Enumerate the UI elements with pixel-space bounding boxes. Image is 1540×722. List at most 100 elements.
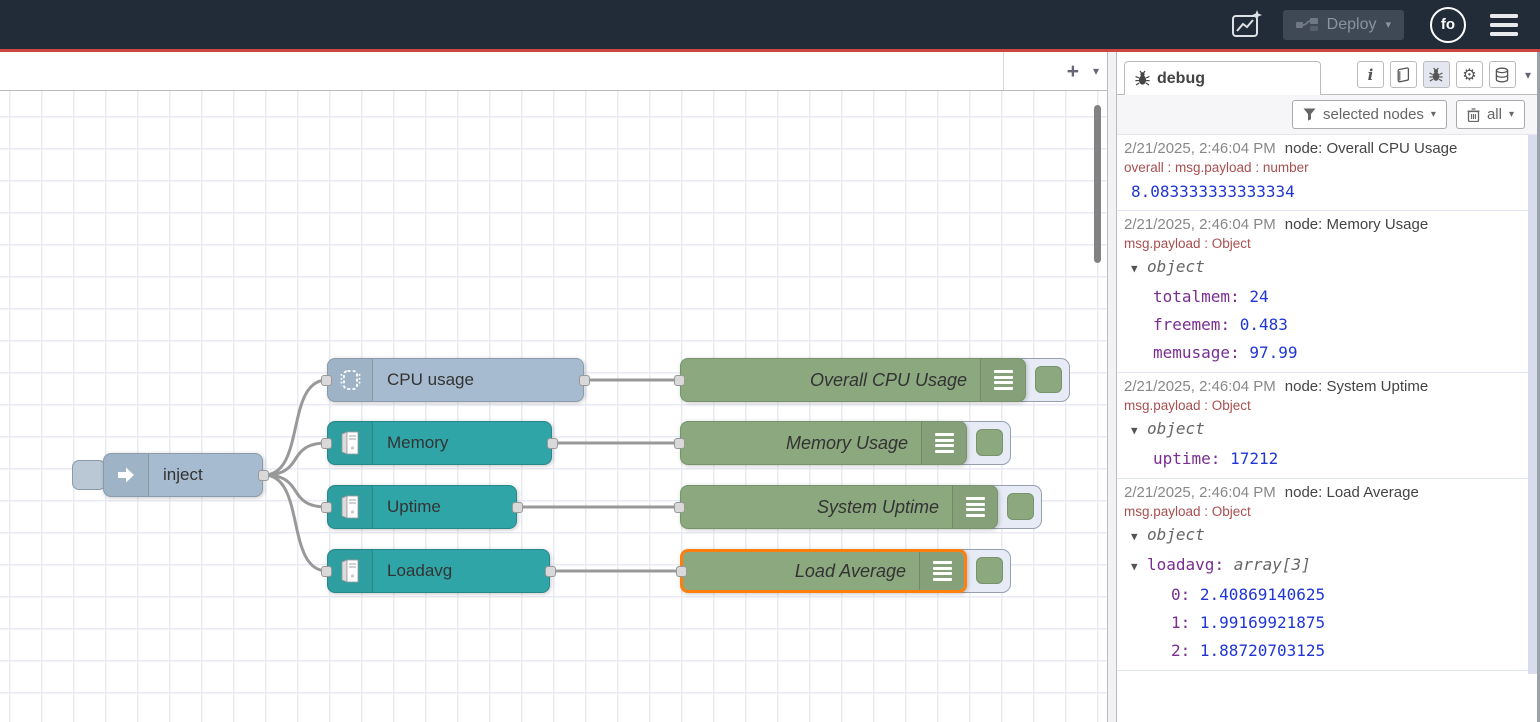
message-value: 8.083333333333334	[1124, 177, 1524, 205]
context-data-tab-button[interactable]	[1489, 61, 1516, 88]
tab-actions: + ▾	[1067, 52, 1099, 90]
node-debug-overall-cpu[interactable]: Overall CPU Usage	[680, 358, 1026, 402]
node-label: Load Average	[683, 561, 919, 582]
output-port[interactable]	[512, 502, 523, 513]
output-port[interactable]	[258, 470, 269, 481]
collapse-caret-icon[interactable]: ▼	[1131, 417, 1147, 445]
debug-message[interactable]: 2/21/2025, 2:46:04 PM node: System Uptime…	[1117, 373, 1538, 479]
payload-value: 2.40869140625	[1200, 585, 1325, 604]
book-icon	[1395, 67, 1411, 83]
wire[interactable]	[264, 475, 327, 507]
deploy-caret-icon[interactable]: ▾	[1385, 18, 1391, 31]
input-port[interactable]	[321, 438, 332, 449]
server-tower-icon	[328, 550, 373, 592]
debug-enable-toggle[interactable]	[976, 557, 1003, 584]
flow-list-caret-icon[interactable]: ▾	[1093, 64, 1099, 78]
sidebar-tab-bar: debug i	[1117, 52, 1538, 95]
database-icon	[1494, 67, 1510, 83]
deploy-button-label: Deploy	[1327, 16, 1377, 34]
bug-icon	[1134, 70, 1151, 87]
filter-funnel-icon	[1303, 108, 1316, 121]
debug-message-list[interactable]: 2/21/2025, 2:46:04 PMnode: Overall CPU U…	[1117, 134, 1538, 722]
node-label: Memory Usage	[681, 433, 921, 454]
input-port[interactable]	[674, 502, 685, 513]
message-timestamp: 2/21/2025, 2:46:04 PM	[1124, 216, 1276, 233]
debug-filter-row: selected nodes ▾ all ▾	[1117, 95, 1538, 134]
collapse-caret-icon[interactable]: ▼	[1131, 255, 1147, 283]
node-debug-memory[interactable]: Memory Usage	[680, 421, 967, 465]
sidebar-menu-caret-icon[interactable]: ▾	[1525, 68, 1531, 82]
flow-canvas[interactable]: inject CPU usage	[0, 91, 1107, 722]
cpu-chip-icon	[328, 359, 373, 401]
sidebar-scrollbar-track[interactable]	[1528, 135, 1537, 674]
input-port[interactable]	[676, 566, 687, 577]
message-timestamp: 2/21/2025, 2:46:04 PM	[1124, 378, 1276, 395]
wire-layer	[0, 91, 1107, 722]
header-bar: Deploy ▾ fo	[0, 0, 1540, 52]
node-inject[interactable]: inject	[103, 453, 263, 497]
output-port[interactable]	[579, 375, 590, 386]
collapse-caret-icon[interactable]: ▼	[1131, 523, 1147, 551]
main-menu-button[interactable]	[1490, 14, 1518, 36]
input-port[interactable]	[321, 566, 332, 577]
clear-messages-button[interactable]: all ▾	[1456, 100, 1525, 129]
server-tower-icon	[328, 486, 373, 528]
config-nodes-tab-button[interactable]: ⚙	[1456, 61, 1483, 88]
menu-bar	[1490, 32, 1518, 36]
debug-message[interactable]: 2/21/2025, 2:46:04 PMnode: Overall CPU U…	[1117, 135, 1538, 211]
debug-enable-toggle[interactable]	[1035, 366, 1062, 393]
message-property-path: msg.payload : Object	[1124, 235, 1524, 253]
input-port[interactable]	[674, 438, 685, 449]
node-memory[interactable]: Memory	[327, 421, 552, 465]
clear-caret-icon: ▾	[1509, 109, 1514, 120]
tab-debug[interactable]: debug	[1124, 61, 1321, 95]
output-port[interactable]	[545, 566, 556, 577]
trash-icon	[1467, 108, 1480, 122]
message-property-path: msg.payload : Object	[1124, 397, 1524, 415]
node-cpu-usage[interactable]: CPU usage	[327, 358, 584, 402]
clear-label: all	[1487, 106, 1502, 123]
inject-trigger-button[interactable]	[72, 460, 106, 490]
debug-output-icon	[952, 486, 997, 528]
message-source-node: node: System Uptime	[1285, 378, 1428, 395]
debug-tab-button[interactable]	[1423, 61, 1450, 88]
collapse-caret-icon[interactable]: ▼	[1131, 553, 1147, 581]
node-uptime[interactable]: Uptime	[327, 485, 517, 529]
node-label: inject	[149, 465, 262, 485]
node-debug-uptime[interactable]: System Uptime	[680, 485, 998, 529]
output-port[interactable]	[547, 438, 558, 449]
filter-nodes-button[interactable]: selected nodes ▾	[1292, 100, 1447, 129]
node-label: Uptime	[373, 497, 516, 517]
avatar-initials: fo	[1441, 16, 1455, 33]
payload-value: 97.99	[1249, 343, 1297, 362]
sidebar-splitter[interactable]	[1107, 52, 1117, 722]
node-label: System Uptime	[681, 497, 952, 518]
message-source-node: node: Load Average	[1285, 484, 1419, 501]
message-property-path: overall : msg.payload : number	[1124, 159, 1524, 177]
help-tab-button[interactable]	[1390, 61, 1417, 88]
input-port[interactable]	[321, 375, 332, 386]
node-debug-load-average[interactable]: Load Average	[680, 549, 967, 593]
input-port[interactable]	[321, 502, 332, 513]
deploy-button[interactable]: Deploy ▾	[1283, 10, 1404, 40]
debug-message[interactable]: 2/21/2025, 2:46:04 PMnode: Load Average …	[1117, 479, 1538, 671]
ai-chart-sparkle-icon	[1230, 8, 1264, 42]
payload-key: 0	[1171, 585, 1200, 604]
debug-enable-toggle[interactable]	[976, 429, 1003, 456]
filter-label: selected nodes	[1323, 106, 1424, 123]
object-type-label: object	[1147, 257, 1205, 276]
debug-enable-toggle[interactable]	[1007, 493, 1034, 520]
node-loadavg[interactable]: Loadavg	[327, 549, 550, 593]
info-tab-button[interactable]: i	[1357, 61, 1384, 88]
sidebar-tool-buttons: i	[1357, 61, 1531, 88]
payload-value: 0.483	[1240, 315, 1288, 334]
debug-output-icon	[921, 422, 966, 464]
debug-message[interactable]: 2/21/2025, 2:46:04 PMnode: Memory Usage …	[1117, 211, 1538, 373]
tab-bar-divider	[1003, 52, 1004, 90]
canvas-vertical-scrollbar[interactable]	[1094, 105, 1101, 263]
wire[interactable]	[264, 443, 327, 475]
user-avatar[interactable]: fo	[1430, 7, 1466, 43]
add-flow-button[interactable]: +	[1067, 61, 1079, 82]
input-port[interactable]	[674, 375, 685, 386]
ai-assistant-button[interactable]	[1229, 7, 1265, 43]
